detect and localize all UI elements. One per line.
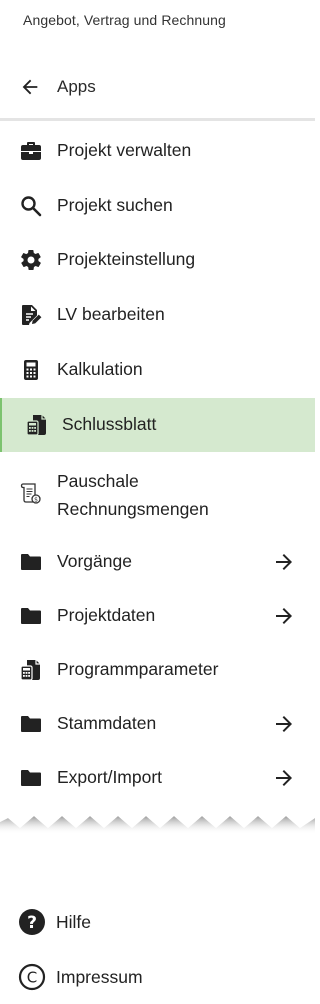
menu-item-projektdaten[interactable]: Projektdaten (0, 589, 315, 643)
document-calculator-icon (25, 413, 49, 437)
arrow-right-icon (272, 712, 296, 736)
menu-item-export-import[interactable]: Export/Import (0, 751, 315, 805)
menu-item-lv-bearbeiten[interactable]: LV bearbeiten (0, 288, 315, 342)
menu-item-pauschale-rechnungsmengen[interactable]: $ Pauschale Rechnungsmengen (0, 459, 315, 525)
svg-text:C: C (27, 969, 37, 987)
back-label: Apps (57, 77, 96, 96)
menu-item-label: Programmparameter (57, 659, 219, 679)
document-edit-icon (19, 303, 43, 327)
menu-item-stammdaten[interactable]: Stammdaten (0, 697, 315, 751)
menu-item-projekteinstellung[interactable]: Projekteinstellung (0, 233, 315, 287)
folder-icon (19, 712, 43, 736)
menu-item-vorgaenge[interactable]: Vorgänge (0, 535, 315, 589)
menu-item-label: Projekt verwalten (57, 140, 192, 160)
help-circle-icon: ? (18, 908, 46, 936)
menu-item-label: Export/Import (57, 767, 163, 787)
menu-item-label: Projekt suchen (57, 195, 173, 215)
briefcase-icon (19, 139, 43, 163)
folder-icon (19, 604, 43, 628)
arrow-left-icon (19, 76, 41, 98)
menu-item-label: Schlussblatt (62, 414, 157, 434)
arrow-right-icon (272, 604, 296, 628)
folder-icon (19, 766, 43, 790)
menu-item-programmparameter[interactable]: Programmparameter (0, 643, 315, 697)
arrow-right-icon (272, 550, 296, 574)
search-icon (19, 194, 43, 218)
menu-item-label: LV bearbeiten (57, 304, 165, 324)
torn-edge-separator (0, 810, 315, 840)
impressum-link[interactable]: C Impressum (0, 955, 315, 999)
folder-icon (19, 550, 43, 574)
menu-item-label: Stammdaten (57, 713, 157, 733)
menu-item-label: Projekteinstellung (57, 249, 196, 269)
invoice-scroll-icon: $ (19, 481, 43, 505)
impressum-label: Impressum (56, 967, 143, 987)
copyright-icon: C (18, 963, 46, 991)
menu-item-kalkulation[interactable]: Kalkulation (0, 343, 315, 397)
menu-item-label: Pauschale Rechnungsmengen (57, 471, 209, 519)
help-link[interactable]: ? Hilfe (0, 900, 315, 944)
menu-item-label: Vorgänge (57, 551, 132, 571)
help-label: Hilfe (56, 912, 92, 932)
calculator-icon (19, 358, 43, 382)
divider (0, 118, 315, 121)
menu-item-projekt-verwalten[interactable]: Projekt verwalten (0, 124, 315, 178)
svg-text:$: $ (34, 496, 38, 503)
menu-item-projekt-suchen[interactable]: Projekt suchen (0, 179, 315, 233)
menu-item-schlussblatt[interactable]: Schlussblatt (0, 398, 315, 452)
arrow-right-icon (272, 766, 296, 790)
menu-item-label: Projektdaten (57, 605, 156, 625)
back-to-apps-button[interactable]: Apps (0, 66, 315, 108)
svg-text:?: ? (27, 913, 37, 933)
menu-item-label: Kalkulation (57, 359, 143, 379)
document-calculator-icon (19, 658, 43, 682)
gear-icon (19, 248, 43, 272)
page-title: Angebot, Vertrag und Rechnung (23, 12, 226, 28)
